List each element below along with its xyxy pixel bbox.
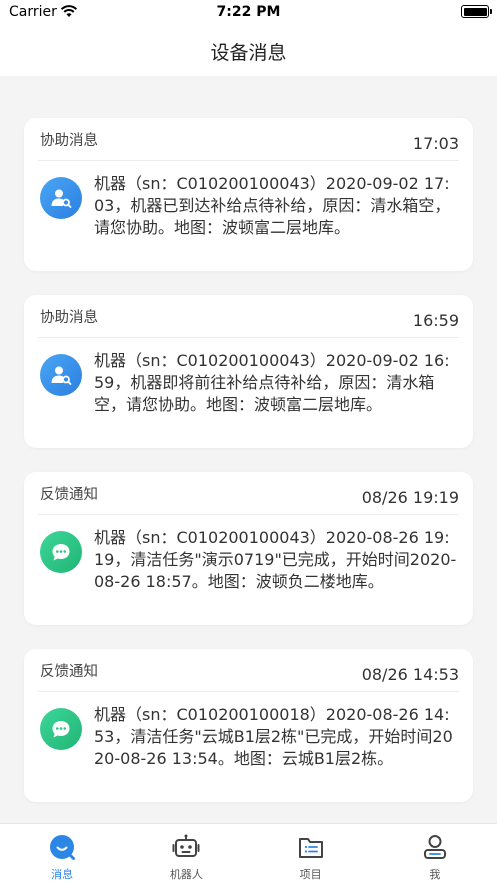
status-bar: Carrier 7:22 PM	[0, 0, 497, 26]
message-time: 17:03	[412, 134, 459, 153]
tab-projects[interactable]: 项目	[249, 824, 373, 883]
card-header: 协助消息 16:59	[38, 295, 459, 338]
message-type: 协助消息	[40, 133, 98, 149]
message-text: 机器（sn：C010200100043）2020-09-02 17:03，机器已…	[94, 174, 451, 237]
tab-label: 消息	[51, 868, 74, 881]
card-header: 协助消息 17:03	[38, 118, 459, 161]
message-text: 机器（sn：C010200100018）2020-08-26 14:53，清洁任…	[94, 705, 453, 768]
chat-bubble-icon	[40, 708, 82, 750]
clock: 7:22 PM	[216, 4, 281, 20]
tab-robot[interactable]: 机器人	[124, 824, 248, 883]
chat-bubble-icon	[40, 531, 82, 573]
folder-list-icon	[298, 838, 323, 858]
card-body: 机器（sn：C010200100043）2020-08-26 19:19，清洁任…	[38, 515, 459, 625]
message-time: 16:59	[412, 311, 459, 330]
message-type: 协助消息	[40, 310, 98, 326]
message-card[interactable]: 反馈通知 08/26 14:53 机器（sn：C010200100018）202…	[24, 649, 473, 802]
message-card[interactable]: 协助消息 17:03 机器（sn：C010200100043）2020-09-0…	[24, 118, 473, 271]
card-header: 反馈通知 08/26 19:19	[38, 472, 459, 515]
tab-me[interactable]: 我	[373, 824, 497, 883]
tab-messages[interactable]: 消息	[0, 824, 124, 883]
message-card[interactable]: 协助消息 16:59 机器（sn：C010200100043）2020-09-0…	[24, 295, 473, 448]
message-type: 反馈通知	[40, 487, 98, 503]
message-list[interactable]: 协助消息 17:03 机器（sn：C010200100043）2020-09-0…	[24, 118, 473, 826]
robot-icon	[172, 834, 200, 857]
card-body: 机器（sn：C010200100043）2020-09-02 16:59，机器即…	[38, 338, 459, 448]
message-time: 08/26 14:53	[361, 665, 459, 684]
card-header: 反馈通知 08/26 14:53	[38, 649, 459, 692]
page-title: 设备消息	[210, 42, 287, 64]
message-time: 08/26 19:19	[361, 488, 459, 507]
card-body: 机器（sn：C010200100043）2020-09-02 17:03，机器已…	[38, 161, 459, 271]
message-text: 机器（sn：C010200100043）2020-08-26 19:19，清洁任…	[94, 528, 457, 591]
user-search-icon	[40, 354, 82, 396]
nav-bar: 设备消息	[0, 26, 497, 76]
user-search-icon	[40, 177, 82, 219]
tab-bar: 消息 机器人 项目 我	[0, 823, 497, 883]
message-card[interactable]: 反馈通知 08/26 19:19 机器（sn：C010200100043）202…	[24, 472, 473, 625]
battery-icon	[461, 5, 492, 18]
tab-label: 项目	[299, 868, 322, 881]
tab-label: 机器人	[169, 868, 203, 881]
message-text: 机器（sn：C010200100043）2020-09-02 16:59，机器即…	[94, 351, 450, 414]
card-body: 机器（sn：C010200100018）2020-08-26 14:53，清洁任…	[38, 692, 459, 802]
tab-label: 我	[429, 868, 441, 881]
message-type: 反馈通知	[40, 664, 98, 680]
message-icon	[50, 835, 76, 860]
person-icon	[423, 835, 446, 859]
